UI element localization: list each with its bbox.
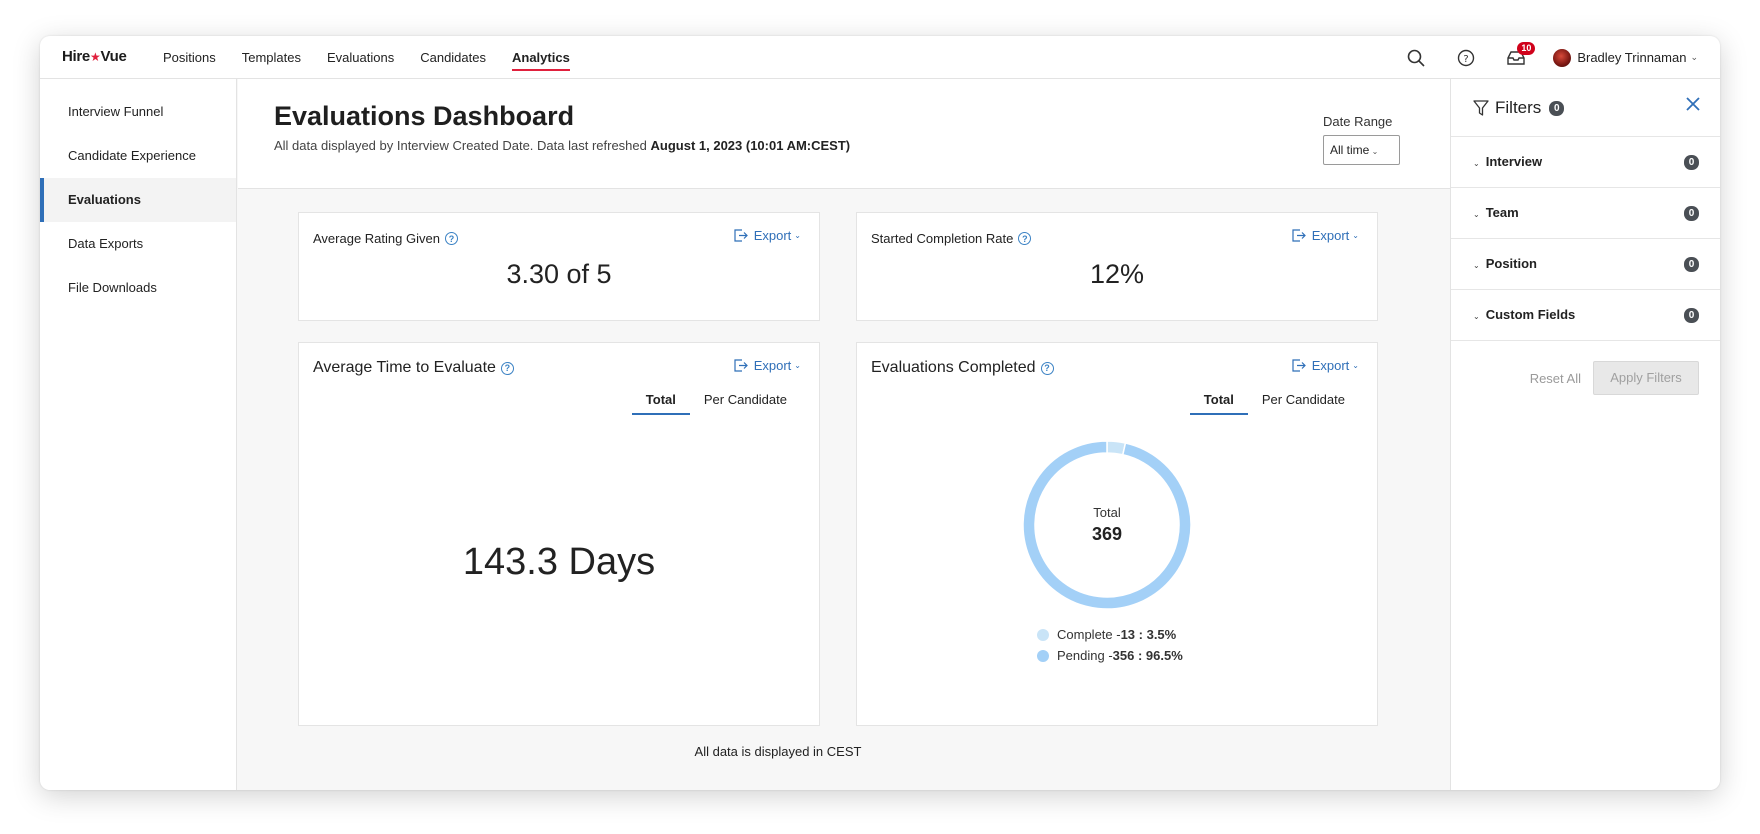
- avg-time-tabs: Total Per Candidate: [631, 387, 801, 415]
- timezone-footnote: All data is displayed in CEST: [694, 744, 862, 759]
- avg-rating-value: 3.30 of 5: [506, 259, 612, 289]
- filter-count-badge: 0: [1684, 257, 1699, 272]
- card-title: Evaluations Completed?: [871, 359, 1054, 377]
- filter-team[interactable]: ⌄ Team 0: [1451, 188, 1720, 239]
- reset-all-button[interactable]: Reset All: [1530, 371, 1581, 386]
- avatar: [1553, 48, 1572, 67]
- filters-title: Filters 0: [1473, 98, 1565, 118]
- card-title: Started Completion Rate?: [871, 231, 1032, 246]
- evaluations-completed-card: Evaluations Completed? Export ⌄ Total Per…: [856, 342, 1378, 726]
- export-button[interactable]: Export ⌄: [734, 228, 801, 243]
- card-title: Average Rating Given?: [313, 231, 458, 246]
- filter-position[interactable]: ⌄ Position 0: [1451, 239, 1720, 290]
- inbox-icon[interactable]: 10: [1505, 41, 1536, 69]
- logo-star-icon: ★: [89, 50, 101, 64]
- tab-total[interactable]: Total: [1189, 387, 1248, 415]
- evaluations-donut-chart: Total 369: [1021, 439, 1193, 611]
- export-icon: [1292, 359, 1306, 372]
- chevron-down-icon: ⌄: [1473, 261, 1480, 270]
- filters-count-badge: 0: [1549, 100, 1565, 116]
- user-menu[interactable]: Bradley Trinnaman ⌄: [1553, 48, 1698, 67]
- apply-filters-button[interactable]: Apply Filters: [1593, 361, 1699, 395]
- filter-count-badge: 0: [1684, 155, 1699, 170]
- chevron-down-icon: ⌄: [1473, 159, 1480, 168]
- search-icon[interactable]: [1405, 47, 1427, 69]
- export-icon: [734, 229, 748, 242]
- help-icon[interactable]: ?: [1455, 47, 1477, 69]
- filters-panel: Filters 0 ⌄ Interview 0 ⌄ Team 0 ⌄ Position…: [1450, 79, 1720, 790]
- filter-actions: Reset All Apply Filters: [1530, 361, 1699, 395]
- card-title: Average Time to Evaluate?: [313, 359, 514, 377]
- sidebar-item-candidate-experience[interactable]: Candidate Experience: [40, 134, 236, 178]
- donut-center-value: 369: [1091, 524, 1123, 544]
- app-window: Hire★Vue Positions Templates Evaluations…: [40, 36, 1720, 790]
- help-icon[interactable]: ?: [500, 361, 514, 375]
- date-range-label: Date Range: [1323, 114, 1393, 129]
- top-navbar: Hire★Vue Positions Templates Evaluations…: [40, 36, 1720, 79]
- page-title: Evaluations Dashboard: [274, 101, 575, 131]
- refreshed-date: August 1, 2023 (10:01 AM:CEST): [650, 138, 851, 153]
- chart-legend: Complete - 13 : 3.5% Pending - 356 : 96.…: [1037, 624, 1183, 666]
- legend-item-complete: Complete - 13 : 3.5%: [1037, 624, 1183, 645]
- tab-per-candidate[interactable]: Per Candidate: [1248, 387, 1359, 415]
- filter-count-badge: 0: [1684, 308, 1699, 323]
- help-icon[interactable]: ?: [1018, 232, 1032, 245]
- chevron-down-icon: ⌄: [1690, 52, 1698, 62]
- sidebar-item-file-downloads[interactable]: File Downloads: [40, 266, 236, 310]
- completion-rate-card: Started Completion Rate? Export ⌄ 12%: [856, 212, 1378, 321]
- notification-badge: 10: [1517, 41, 1536, 55]
- nav-analytics[interactable]: Analytics: [499, 36, 583, 79]
- legend-item-pending: Pending - 356 : 96.5%: [1037, 645, 1183, 666]
- svg-text:?: ?: [1464, 54, 1469, 65]
- help-icon[interactable]: ?: [444, 232, 458, 245]
- export-button[interactable]: Export ⌄: [1292, 228, 1359, 243]
- tab-per-candidate[interactable]: Per Candidate: [690, 387, 801, 415]
- evaluations-tabs: Total Per Candidate: [1189, 387, 1359, 415]
- filter-interview[interactable]: ⌄ Interview 0: [1451, 137, 1720, 188]
- tab-total[interactable]: Total: [631, 387, 690, 415]
- close-icon[interactable]: [1686, 97, 1700, 116]
- export-button[interactable]: Export ⌄: [734, 358, 801, 373]
- avg-time-value: 143.3 Days: [462, 541, 656, 583]
- sidebar-item-interview-funnel[interactable]: Interview Funnel: [40, 90, 236, 134]
- nav-evaluations[interactable]: Evaluations: [314, 36, 407, 79]
- chevron-down-icon: ⌄: [1473, 210, 1480, 219]
- completion-rate-value: 12%: [1089, 259, 1145, 289]
- page-header: Evaluations Dashboard All data displayed…: [238, 79, 1450, 189]
- nav-positions[interactable]: Positions: [150, 36, 229, 79]
- filters-header: Filters 0: [1451, 79, 1720, 137]
- export-button[interactable]: Export ⌄: [1292, 358, 1359, 373]
- donut-center-label: Total: [1093, 505, 1121, 520]
- main-content: Evaluations Dashboard All data displayed…: [238, 79, 1450, 790]
- sidebar-item-evaluations[interactable]: Evaluations: [40, 178, 236, 222]
- main-nav: Positions Templates Evaluations Candidat…: [150, 36, 583, 79]
- avg-time-card: Average Time to Evaluate? Export ⌄ Total …: [298, 342, 820, 726]
- nav-templates[interactable]: Templates: [229, 36, 314, 79]
- sidebar-item-data-exports[interactable]: Data Exports: [40, 222, 236, 266]
- export-icon: [1292, 229, 1306, 242]
- donut-center: Total 369: [1021, 439, 1193, 611]
- avg-rating-card: Average Rating Given? Export ⌄ 3.30 of 5: [298, 212, 820, 321]
- analytics-sidebar: Interview Funnel Candidate Experience Ev…: [40, 79, 237, 790]
- chevron-down-icon: ⌄: [1369, 147, 1379, 156]
- page-subtitle: All data displayed by Interview Created …: [274, 138, 851, 153]
- hirevue-logo[interactable]: Hire★Vue: [62, 48, 127, 65]
- legend-dot: [1037, 649, 1049, 662]
- legend-dot: [1037, 628, 1049, 641]
- help-icon[interactable]: ?: [1040, 361, 1054, 375]
- nav-candidates[interactable]: Candidates: [407, 36, 499, 79]
- date-range-select[interactable]: All time ⌄: [1323, 135, 1400, 165]
- chevron-down-icon: ⌄: [1473, 312, 1480, 321]
- filter-count-badge: 0: [1684, 206, 1699, 221]
- user-name: Bradley Trinnaman: [1577, 50, 1687, 65]
- top-right-controls: ? 10 Bradley Trinnaman ⌄: [1377, 36, 1698, 79]
- filter-custom-fields[interactable]: ⌄ Custom Fields 0: [1451, 290, 1720, 341]
- filter-icon: [1473, 99, 1489, 116]
- export-icon: [734, 359, 748, 372]
